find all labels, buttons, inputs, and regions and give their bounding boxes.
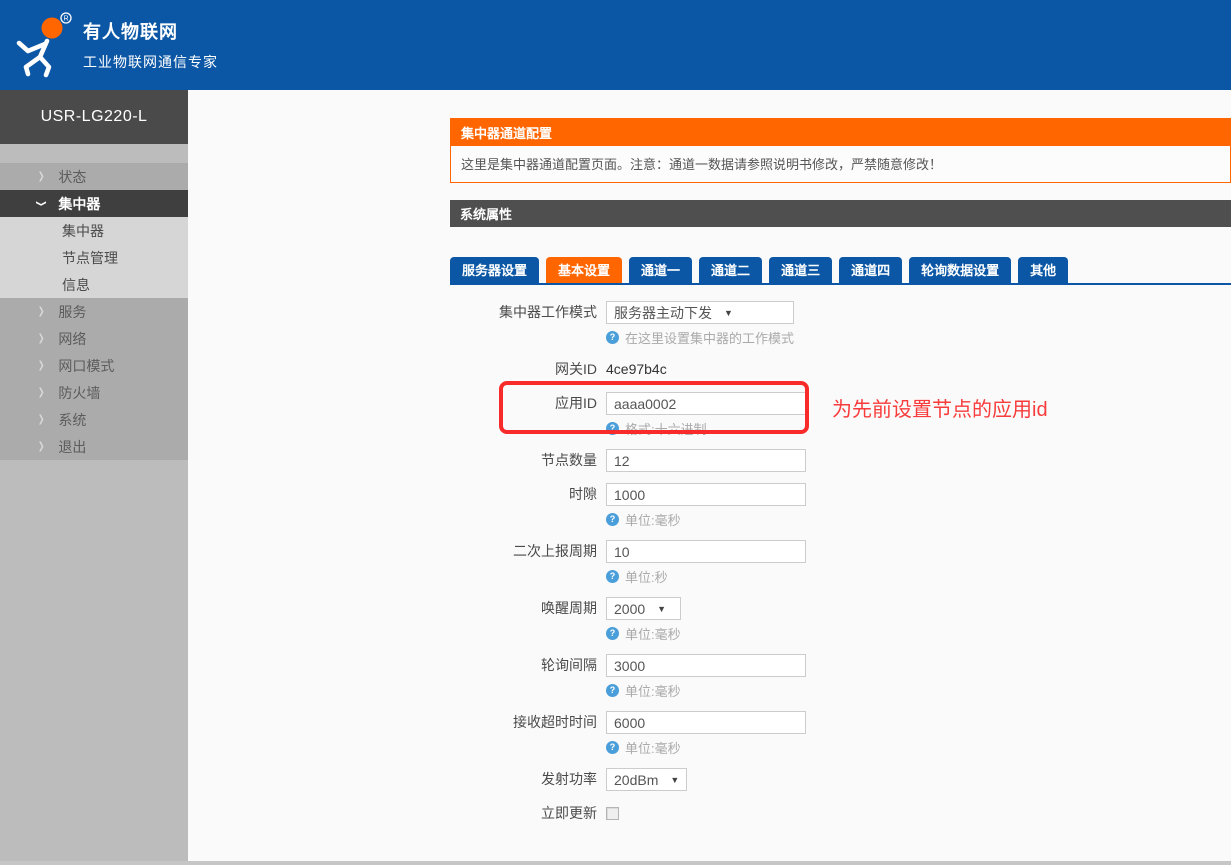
tx-power-select[interactable]: 20dBm ▼	[606, 768, 687, 791]
field-wakeup-period: 唤醒周期 2000 ▼ 单位:毫秒	[450, 597, 1231, 643]
time-slot-input[interactable]	[606, 483, 806, 506]
sidebar-item-port-mode[interactable]: ❯ 网口模式	[0, 352, 188, 379]
field-gateway-id: 网关ID 4ce97b4c	[450, 358, 1231, 381]
sidebar-item-service[interactable]: ❯ 服务	[0, 298, 188, 325]
tab-channel-4[interactable]: 通道四	[839, 257, 902, 283]
chevron-right-icon: ❯	[38, 171, 45, 182]
select-arrow-icon: ▼	[724, 308, 733, 318]
wakeup-period-select[interactable]: 2000 ▼	[606, 597, 681, 620]
sidebar-item-status[interactable]: ❯ 状态	[0, 163, 188, 190]
node-count-input[interactable]	[606, 449, 806, 472]
help-icon	[606, 741, 619, 754]
help-icon	[606, 570, 619, 583]
receive-timeout-input[interactable]	[606, 711, 806, 734]
field-second-report-period: 二次上报周期 单位:秒	[450, 540, 1231, 586]
sidebar-subitem-info[interactable]: 信息	[0, 271, 188, 298]
notice-text: 这里是集中器通道配置页面。注意：通道一数据请参照说明书修改，严禁随意修改！	[451, 146, 1230, 182]
sidebar-item-exit[interactable]: ❯ 退出	[0, 433, 188, 460]
select-arrow-icon: ▼	[657, 604, 666, 614]
usr-logo-icon: R	[13, 12, 73, 78]
svg-text:R: R	[63, 16, 68, 23]
tab-basic-settings[interactable]: 基本设置	[546, 257, 622, 283]
tab-channel-3[interactable]: 通道三	[769, 257, 832, 283]
red-annotation-text: 为先前设置节点的应用id	[832, 393, 1048, 422]
field-receive-timeout: 接收超时时间 单位:毫秒	[450, 711, 1231, 757]
sidebar: USR-LG220-L ❯ 状态 ❯ 集中器 集中器 节点管理 信息 ❯ 服务 …	[0, 90, 188, 865]
tab-other[interactable]: 其他	[1018, 257, 1068, 283]
chevron-right-icon: ❯	[38, 360, 45, 371]
tab-bar: 服务器设置 基本设置 通道一 通道二 通道三 通道四 轮询数据设置 其他	[450, 257, 1231, 285]
tab-server-settings[interactable]: 服务器设置	[450, 257, 539, 283]
chevron-right-icon: ❯	[38, 441, 45, 452]
settings-form: 集中器工作模式 服务器主动下发 ▼ 在这里设置集中器的工作模式 网关ID 4ce…	[450, 301, 1231, 865]
device-model-title: USR-LG220-L	[0, 90, 188, 144]
sidebar-subitem-node-management[interactable]: 节点管理	[0, 244, 188, 271]
chevron-right-icon: ❯	[38, 306, 45, 317]
field-app-id: 应用ID 格式:十六进制 为先前设置节点的应用id	[450, 392, 1231, 438]
field-polling-interval: 轮询间隔 单位:毫秒	[450, 654, 1231, 700]
chevron-down-icon: ❯	[36, 200, 47, 207]
section-title: 系统属性	[450, 200, 1231, 227]
chevron-right-icon: ❯	[38, 333, 45, 344]
chevron-right-icon: ❯	[38, 387, 45, 398]
field-node-count: 节点数量	[450, 449, 1231, 472]
help-icon	[606, 684, 619, 697]
polling-interval-input[interactable]	[606, 654, 806, 677]
field-update-now: 立即更新	[450, 802, 1231, 825]
field-tx-power: 发射功率 20dBm ▼	[450, 768, 1231, 791]
work-mode-select[interactable]: 服务器主动下发 ▼	[606, 301, 794, 324]
notice-box: 集中器通道配置 这里是集中器通道配置页面。注意：通道一数据请参照说明书修改，严禁…	[450, 118, 1231, 183]
page-title: 集中器通道配置	[451, 119, 1230, 146]
field-work-mode: 集中器工作模式 服务器主动下发 ▼ 在这里设置集中器的工作模式	[450, 301, 1231, 347]
help-icon	[606, 513, 619, 526]
sidebar-subitem-concentrator[interactable]: 集中器	[0, 217, 188, 244]
sidebar-menu: ❯ 状态 ❯ 集中器 集中器 节点管理 信息 ❯ 服务 ❯ 网络 ❯ 网口模式 …	[0, 163, 188, 460]
second-report-period-input[interactable]	[606, 540, 806, 563]
select-arrow-icon: ▼	[670, 775, 679, 785]
sidebar-item-concentrator[interactable]: ❯ 集中器	[0, 190, 188, 217]
brand-name: 有人物联网	[83, 18, 218, 44]
tab-channel-2[interactable]: 通道二	[699, 257, 762, 283]
app-id-input[interactable]	[606, 392, 806, 415]
sidebar-item-network[interactable]: ❯ 网络	[0, 325, 188, 352]
top-header: R 有人物联网 工业物联网通信专家	[0, 0, 1231, 90]
sidebar-item-firewall[interactable]: ❯ 防火墙	[0, 379, 188, 406]
page-bottom-strip	[0, 861, 1231, 865]
brand-slogan: 工业物联网通信专家	[83, 52, 218, 72]
help-icon	[606, 422, 619, 435]
field-time-slot: 时隙 单位:毫秒	[450, 483, 1231, 529]
sidebar-item-system[interactable]: ❯ 系统	[0, 406, 188, 433]
help-icon	[606, 627, 619, 640]
gateway-id-value: 4ce97b4c	[606, 358, 667, 381]
tab-channel-1[interactable]: 通道一	[629, 257, 692, 283]
main-content: 集中器通道配置 这里是集中器通道配置页面。注意：通道一数据请参照说明书修改，严禁…	[188, 90, 1231, 861]
tab-polling-data-settings[interactable]: 轮询数据设置	[909, 257, 1011, 283]
help-icon	[606, 331, 619, 344]
chevron-right-icon: ❯	[38, 414, 45, 425]
update-now-checkbox[interactable]	[606, 807, 619, 820]
